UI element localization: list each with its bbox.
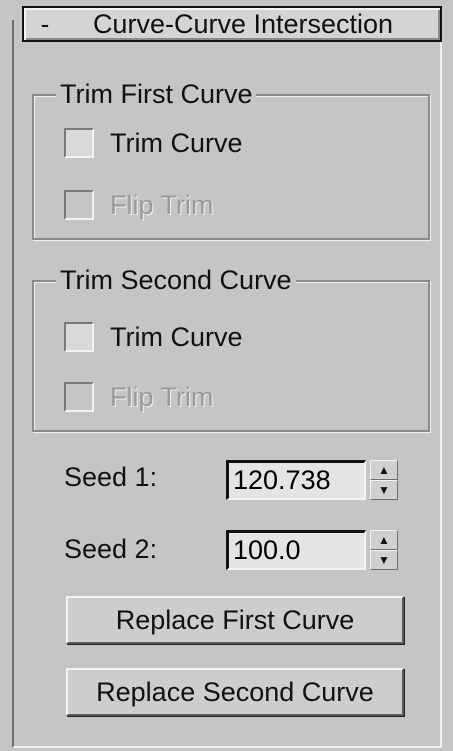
- arrow-down-icon[interactable]: ▼: [370, 480, 398, 500]
- seed-1-label: Seed 1:: [64, 462, 158, 492]
- seed-2-label: Seed 2:: [64, 534, 158, 564]
- trim-second-trim-curve-checkbox[interactable]: [64, 322, 94, 352]
- trim-first-flip-trim-row: Flip Trim: [64, 188, 214, 222]
- trim-first-trim-curve-label: Trim Curve: [110, 127, 243, 158]
- seed-2-spinner[interactable]: ▲ ▼: [370, 530, 398, 570]
- minus-icon[interactable]: -: [24, 9, 66, 39]
- seed-2-input[interactable]: 100.0: [226, 530, 366, 570]
- trim-first-curve-group: Trim First Curve Trim Curve Flip Trim: [32, 78, 430, 240]
- seed-1-spinner[interactable]: ▲ ▼: [370, 460, 398, 500]
- rollout-header[interactable]: - Curve-Curve Intersection: [22, 6, 442, 42]
- trim-first-trim-curve-row[interactable]: Trim Curve: [64, 126, 243, 160]
- trim-second-flip-trim-checkbox: [64, 382, 94, 412]
- seed-1-input[interactable]: 120.738: [226, 460, 366, 500]
- trim-first-flip-trim-checkbox: [64, 190, 94, 220]
- trim-second-trim-curve-row[interactable]: Trim Curve: [64, 320, 243, 354]
- replace-first-curve-button[interactable]: Replace First Curve: [66, 596, 404, 644]
- arrow-up-icon[interactable]: ▲: [370, 530, 398, 550]
- trim-second-flip-trim-label: Flip Trim: [110, 381, 214, 412]
- replace-second-curve-button[interactable]: Replace Second Curve: [66, 668, 404, 716]
- arrow-down-icon[interactable]: ▼: [370, 550, 398, 570]
- trim-second-curve-group-title: Trim Second Curve: [56, 264, 296, 296]
- trim-first-curve-group-title: Trim First Curve: [56, 78, 257, 110]
- trim-second-trim-curve-label: Trim Curve: [110, 321, 243, 352]
- trim-second-flip-trim-row: Flip Trim: [64, 380, 214, 414]
- trim-second-curve-group: Trim Second Curve Trim Curve Flip Trim: [32, 264, 430, 432]
- trim-first-trim-curve-checkbox[interactable]: [64, 128, 94, 158]
- rollout-title: Curve-Curve Intersection: [92, 8, 394, 39]
- trim-first-flip-trim-label: Flip Trim: [110, 189, 214, 220]
- arrow-up-icon[interactable]: ▲: [370, 460, 398, 480]
